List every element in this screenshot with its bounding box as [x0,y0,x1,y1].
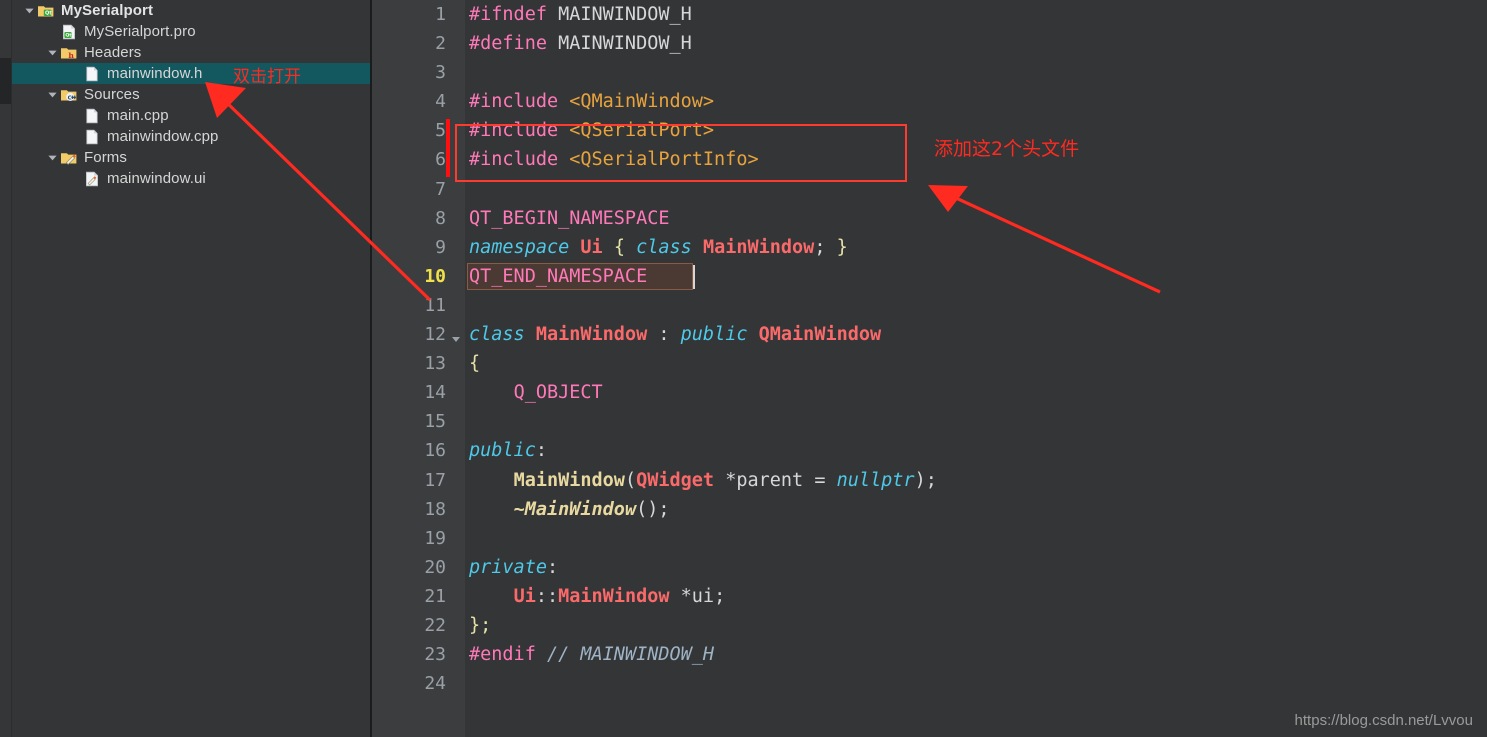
svg-text:Qt: Qt [45,10,52,16]
code-line[interactable]: Q_OBJECT [465,378,1487,407]
watermark-url: https://blog.csdn.net/Lvvou [1294,712,1473,729]
line-number: 6 [435,149,446,171]
code-line[interactable]: ~MainWindow(); [465,495,1487,524]
code-line[interactable]: QT_BEGIN_NAMESPACE [465,204,1487,233]
line-number: 7 [435,178,446,200]
line-number: 19 [424,527,446,549]
svg-text:C: C [68,95,72,101]
code-line[interactable]: namespace Ui { class MainWindow; } [465,233,1487,262]
code-line[interactable]: public: [465,436,1487,465]
code-line[interactable]: private: [465,553,1487,582]
line-number: 1 [435,4,446,25]
line-number: 14 [424,382,446,404]
qt-folder-icon: Qt [36,2,56,20]
tree-item-mainwindow-ui[interactable]: mainwindow.ui [12,168,370,189]
tree-item-main-cpp[interactable]: main.cpp [12,105,370,126]
tree-item-label: mainwindow.h [107,65,203,82]
tree-item-label: MySerialport [61,2,154,19]
code-line[interactable]: Ui::MainWindow *ui; [465,582,1487,611]
tree-item-label: mainwindow.cpp [107,128,219,145]
chevron-down-icon[interactable] [22,5,36,16]
tree-item-myserialport-pro[interactable]: Qt MySerialport.pro [12,21,370,42]
tree-item-label: MySerialport.pro [84,23,196,40]
tree-item-label: Forms [84,149,127,166]
line-number: 3 [435,62,446,84]
file-icon [82,65,102,83]
tree-item-label: main.cpp [107,107,169,124]
line-number: 17 [424,469,446,491]
code-line[interactable] [465,524,1487,553]
line-number: 8 [435,207,446,229]
code-text-area[interactable]: #ifndef MAINWINDOW_H #define MAINWINDOW_H… [465,0,1487,737]
line-number: 23 [424,644,446,666]
fold-triangle-icon[interactable] [450,332,462,344]
line-number: 24 [424,673,446,695]
line-number: 5 [435,120,446,142]
tree-item-mainwindow-h[interactable]: mainwindow.h [12,63,370,84]
tree-item-label: Headers [84,44,142,61]
line-number: 11 [424,294,446,316]
code-line[interactable]: class MainWindow : public QMainWindow [465,320,1487,349]
file-icon [82,128,102,146]
tree-item-label: mainwindow.ui [107,170,206,187]
line-number: 9 [435,236,446,258]
tree-item-forms[interactable]: Forms [12,147,370,168]
tree-item-label: Sources [84,86,140,103]
code-line[interactable]: #define MAINWINDOW_H [465,29,1487,58]
code-line[interactable]: QT_END_NAMESPACE [465,262,1487,291]
code-line[interactable]: { [465,349,1487,378]
code-line[interactable]: }; [465,611,1487,640]
code-line[interactable] [465,175,1487,204]
svg-text:Qt: Qt [65,32,72,38]
project-tree-panel: Qt MySerialport Qt MySerialport.pro h Headers… [12,0,370,737]
headers-folder-icon: h [59,44,79,62]
line-number-gutter[interactable]: 1 2 3 4 5 6 7 8 9 10 11 12 13 14 15 16 17 18 19 20 21 22 23 24 [372,0,465,737]
annotation-tree-note: 双击打开 [233,67,301,87]
chevron-down-icon[interactable] [45,47,59,58]
tree-item-headers[interactable]: h Headers [12,42,370,63]
line-number: 4 [435,91,446,113]
project-tree-list: Qt MySerialport Qt MySerialport.pro h Headers… [12,0,370,737]
chevron-down-icon[interactable] [45,152,59,163]
ui-file-icon [82,170,102,188]
line-number: 15 [424,411,446,433]
change-marker-bar [446,119,450,177]
tree-item-mainwindow-cpp[interactable]: mainwindow.cpp [12,126,370,147]
tree-item-sources[interactable]: C Sources [12,84,370,105]
line-number: 20 [424,556,446,578]
code-line[interactable] [465,291,1487,320]
screenshot-root: Qt MySerialport Qt MySerialport.pro h Headers… [0,0,1487,737]
forms-folder-icon [59,149,79,167]
svg-text:h: h [68,51,74,60]
code-line[interactable]: #ifndef MAINWINDOW_H [465,0,1487,29]
line-number: 13 [424,353,446,375]
code-line[interactable]: #include <QMainWindow> [465,87,1487,116]
line-number: 22 [424,614,446,636]
tree-item-myserialport[interactable]: Qt MySerialport [12,0,370,21]
code-line[interactable] [465,669,1487,698]
line-number: 10 [424,265,446,287]
sources-folder-icon: C [59,86,79,104]
line-number: 18 [424,498,446,520]
file-icon [82,107,102,125]
line-number: 16 [424,440,446,462]
code-line[interactable] [465,58,1487,87]
code-line[interactable]: MainWindow(QWidget *parent = nullptr); [465,466,1487,495]
code-line[interactable] [465,407,1487,436]
line-number: 21 [424,585,446,607]
chevron-down-icon[interactable] [45,89,59,100]
annotation-code-note: 添加这2个头文件 [934,138,1080,160]
qt-profile-file-icon: Qt [59,23,79,41]
code-line[interactable]: #endif // MAINWINDOW_H [465,640,1487,669]
line-number: 2 [435,33,446,55]
